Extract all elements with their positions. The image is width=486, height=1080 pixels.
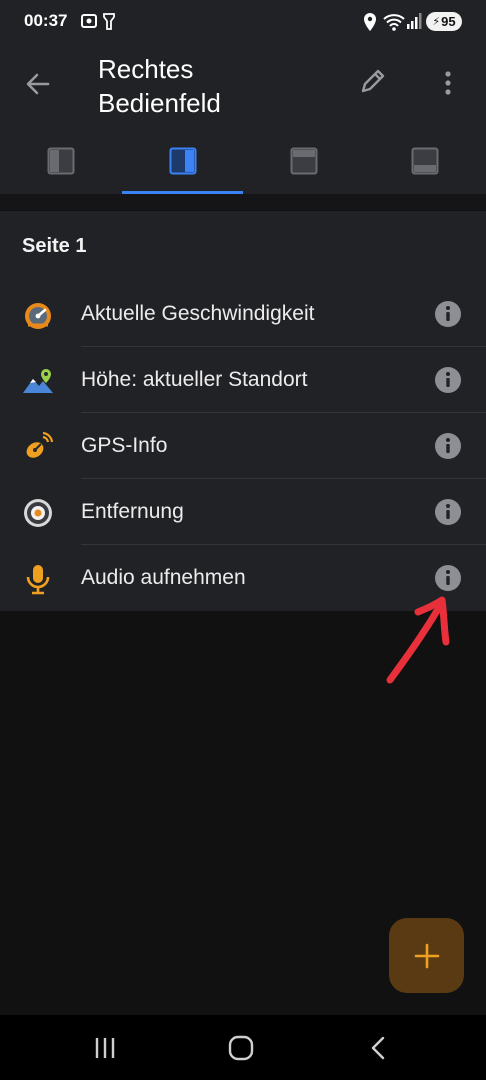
tab-left-panel[interactable]	[0, 138, 121, 194]
panel-tabs	[0, 138, 486, 194]
more-options-icon[interactable]	[436, 70, 460, 96]
info-icon[interactable]	[434, 366, 462, 394]
list-item[interactable]: Höhe: aktueller Standort	[0, 347, 486, 413]
left-panel-icon	[47, 147, 74, 175]
tab-right-panel[interactable]	[122, 138, 243, 194]
status-time: 00:37	[24, 11, 68, 30]
edit-pencil-icon[interactable]	[358, 66, 388, 96]
battery-level: 95	[441, 14, 456, 29]
wifi-icon	[383, 14, 405, 31]
battery-indicator: ⚡ 95	[426, 12, 462, 31]
plus-icon	[414, 943, 439, 968]
screen-recorder-icon	[81, 14, 97, 28]
list-item[interactable]: Aktuelle Geschwindigkeit	[0, 281, 486, 347]
system-back-icon[interactable]	[364, 1033, 394, 1063]
widget-list: Seite 1 Aktuelle Geschwindigkeit Höhe: a…	[0, 211, 486, 611]
section-title: Seite 1	[22, 235, 87, 257]
list-item[interactable]: Entfernung	[0, 479, 486, 545]
info-icon[interactable]	[434, 432, 462, 460]
bottom-panel-icon	[411, 147, 438, 175]
page-title: Rechtes Bedienfeld	[98, 54, 221, 118]
system-navigation-bar	[0, 1015, 486, 1080]
tab-bottom-panel[interactable]	[364, 138, 485, 194]
microphone-icon	[26, 565, 50, 595]
top-panel-icon	[290, 147, 317, 175]
info-icon[interactable]	[434, 564, 462, 592]
header-divider	[0, 194, 486, 210]
annotation-arrow	[386, 596, 450, 684]
recent-apps-icon[interactable]	[90, 1033, 120, 1063]
home-icon[interactable]	[226, 1033, 256, 1063]
altitude-icon	[23, 369, 53, 393]
info-icon[interactable]	[434, 300, 462, 328]
list-item[interactable]: GPS-Info	[0, 413, 486, 479]
flashlight-icon	[103, 13, 115, 30]
item-label: Audio aufnehmen	[81, 566, 246, 589]
distance-icon	[24, 499, 52, 527]
signal-icon	[407, 13, 422, 29]
item-label: Höhe: aktueller Standort	[81, 368, 308, 391]
info-icon[interactable]	[434, 498, 462, 526]
charging-icon: ⚡	[432, 16, 441, 28]
tab-top-panel[interactable]	[243, 138, 364, 194]
add-widget-button[interactable]	[389, 918, 464, 993]
location-icon	[364, 13, 376, 31]
item-label: Aktuelle Geschwindigkeit	[81, 302, 315, 325]
speedometer-icon	[25, 303, 51, 329]
back-arrow-icon[interactable]	[24, 70, 52, 98]
gps-satellite-icon	[26, 431, 54, 458]
right-panel-icon	[169, 147, 196, 175]
item-label: Entfernung	[81, 500, 184, 523]
status-bar: 00:37 ⚡ 95	[0, 0, 486, 44]
item-label: GPS-Info	[81, 434, 168, 457]
